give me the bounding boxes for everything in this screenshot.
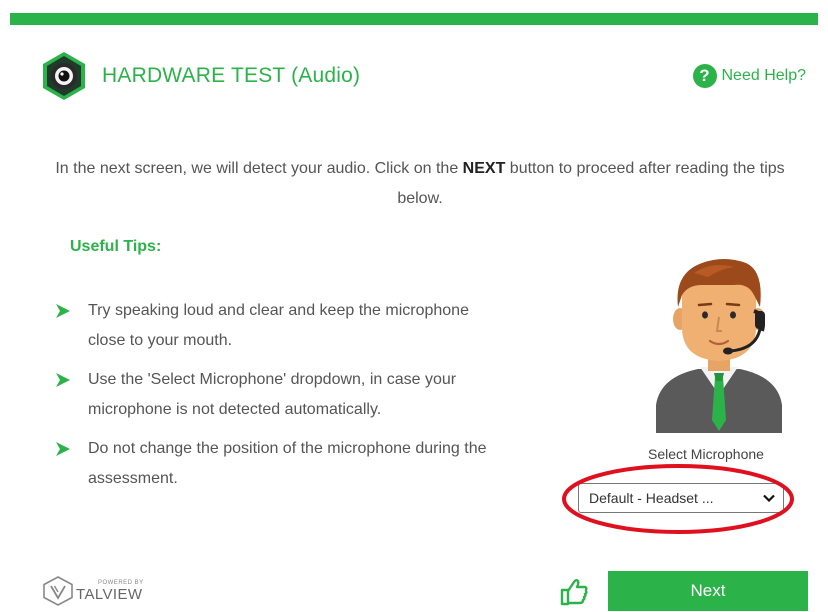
need-help-label: Need Help? [721, 67, 807, 84]
header: HARDWARE TEST (Audio) [38, 50, 360, 102]
arrow-right-icon [56, 373, 70, 387]
select-microphone-label: Select Microphone [648, 446, 764, 462]
arrow-right-icon [56, 442, 70, 456]
camera-lens-icon [43, 52, 85, 100]
question-circle-icon: ? [692, 64, 717, 88]
intro-text: In the next screen, we will detect your … [50, 154, 790, 214]
microphone-dropdown[interactable]: Default - Headset ... [578, 483, 784, 513]
tips-heading: Useful Tips: [70, 238, 162, 255]
chevron-down-icon [763, 494, 775, 502]
intro-text-bold: NEXT [462, 160, 506, 177]
tips-list: Try speaking loud and clear and keep the… [56, 296, 496, 494]
talview-logo-icon [43, 576, 73, 606]
intro-text-start: In the next screen, we will detect your … [55, 160, 463, 177]
page-title: HARDWARE TEST (Audio) [102, 64, 361, 87]
tip-text: Use the 'Select Microphone' dropdown, in… [88, 371, 457, 418]
talview-brand: POWERED BY TALVIEW [42, 576, 144, 606]
headset-avatar-illustration [656, 259, 782, 433]
list-item: Try speaking loud and clear and keep the… [56, 296, 496, 356]
tip-text: Try speaking loud and clear and keep the… [88, 302, 469, 349]
brand-text: POWERED BY TALVIEW [76, 580, 144, 602]
top-accent-bar [10, 13, 818, 25]
next-button[interactable]: Next [608, 571, 808, 611]
microphone-selected-value: Default - Headset ... [589, 490, 714, 506]
pointing-hand-icon [560, 579, 588, 606]
need-help-link[interactable]: ? Need Help? [692, 64, 807, 88]
tip-text: Do not change the position of the microp… [88, 440, 487, 487]
arrow-right-icon [56, 304, 70, 318]
list-item: Use the 'Select Microphone' dropdown, in… [56, 365, 496, 425]
brand-name: TALVIEW [76, 586, 143, 603]
list-item: Do not change the position of the microp… [56, 434, 496, 494]
